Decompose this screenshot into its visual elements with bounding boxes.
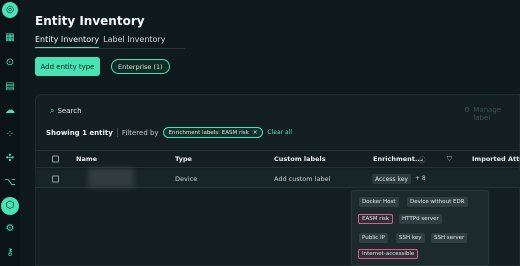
tab-bar: Entity Inventory Label Inventory	[35, 35, 165, 49]
enrichment-labels-popover: Docker Host Device without EDR EASM risk…	[351, 190, 489, 266]
tag-easm-risk: EASM risk	[358, 214, 394, 224]
logo-icon[interactable]: ◎	[2, 2, 18, 18]
info-icon[interactable]: ⓘ	[419, 154, 426, 164]
more-tags-count[interactable]: + 8	[415, 175, 426, 182]
tag-httpd-server: HTTPd server	[399, 214, 442, 224]
tabs-divider	[35, 48, 185, 49]
tag-docker-host: Docker Host	[359, 197, 399, 207]
close-icon[interactable]: ✕	[253, 130, 258, 136]
search-trigger[interactable]: ⌕ Search	[50, 106, 82, 116]
network-icon[interactable]: ✣	[4, 153, 16, 165]
nodes-icon[interactable]: ⁘	[4, 129, 16, 141]
key-icon[interactable]: ⚷	[4, 247, 16, 259]
tag-internet-accessible: Internet-accessible	[358, 249, 419, 259]
column-name[interactable]: Name	[76, 155, 97, 163]
box-icon[interactable]: ⬡	[1, 197, 19, 215]
filter-chip-label: Enrichment labels: EASM risk	[168, 129, 249, 136]
search-icon: ⌕	[50, 106, 55, 115]
cloud-icon[interactable]: ☁	[4, 105, 16, 117]
gear-icon[interactable]: ⚙	[4, 223, 16, 235]
add-custom-label-link[interactable]: Add custom label	[274, 175, 330, 183]
active-filter-chip[interactable]: Enrichment labels: EASM risk ✕	[162, 127, 264, 138]
column-custom-labels[interactable]: Custom labels	[274, 155, 326, 163]
circle-arrow-icon[interactable]: ⊙	[4, 57, 16, 69]
page-title: Entity Inventory	[35, 14, 145, 28]
branch-icon[interactable]: ⌥	[4, 177, 16, 189]
column-imported-attributes[interactable]: Imported Attri	[472, 155, 520, 163]
filter-divider	[116, 128, 118, 137]
filter-bar: Showing 1 entity Filtered by Enrichment …	[46, 127, 292, 138]
manage-icon: ⚙	[464, 106, 471, 114]
manage-label: Manage label	[473, 106, 502, 122]
select-all-checkbox[interactable]	[52, 155, 59, 163]
tag-public-ip: Public IP	[359, 233, 388, 243]
filtered-by-label: Filtered by	[121, 128, 159, 137]
column-type[interactable]: Type	[175, 155, 192, 163]
enrichment-tag-access-key[interactable]: Access key	[372, 174, 411, 184]
redacted-name	[88, 168, 134, 188]
grid-icon[interactable]: ▦	[4, 32, 16, 44]
left-nav-rail: ◎ ▦ ⊙ ▤ ☁ ⁘ ✣ ⌥ ⬡ ⚙ ⚷	[0, 0, 20, 266]
row-checkbox[interactable]	[52, 175, 59, 182]
table-header: Name Type Custom labels Enrichment... ⓘ …	[35, 150, 520, 168]
column-enrichment[interactable]: Enrichment...	[373, 155, 422, 163]
add-entity-type-button[interactable]: Add entity type	[35, 57, 100, 76]
enterprise-chip[interactable]: Enterprise (1)	[111, 59, 170, 74]
row-type: Device	[175, 174, 198, 183]
manage-label-button[interactable]: ⚙ Manage label	[464, 106, 520, 122]
search-label: Search	[57, 107, 82, 115]
tag-ssh-server: SSH server	[431, 233, 468, 243]
tag-ssh-key: SSH key	[396, 233, 425, 243]
tag-device-without-edr: Device without EDR	[407, 197, 468, 207]
tab-label-inventory[interactable]: Label Inventory	[103, 35, 165, 49]
clear-all-link[interactable]: Clear all	[267, 129, 292, 136]
entity-count: Showing 1 entity	[46, 128, 113, 137]
filter-icon[interactable]: ⛉	[447, 155, 452, 164]
document-icon[interactable]: ▤	[4, 81, 16, 93]
tab-entity-inventory[interactable]: Entity Inventory	[35, 35, 100, 49]
